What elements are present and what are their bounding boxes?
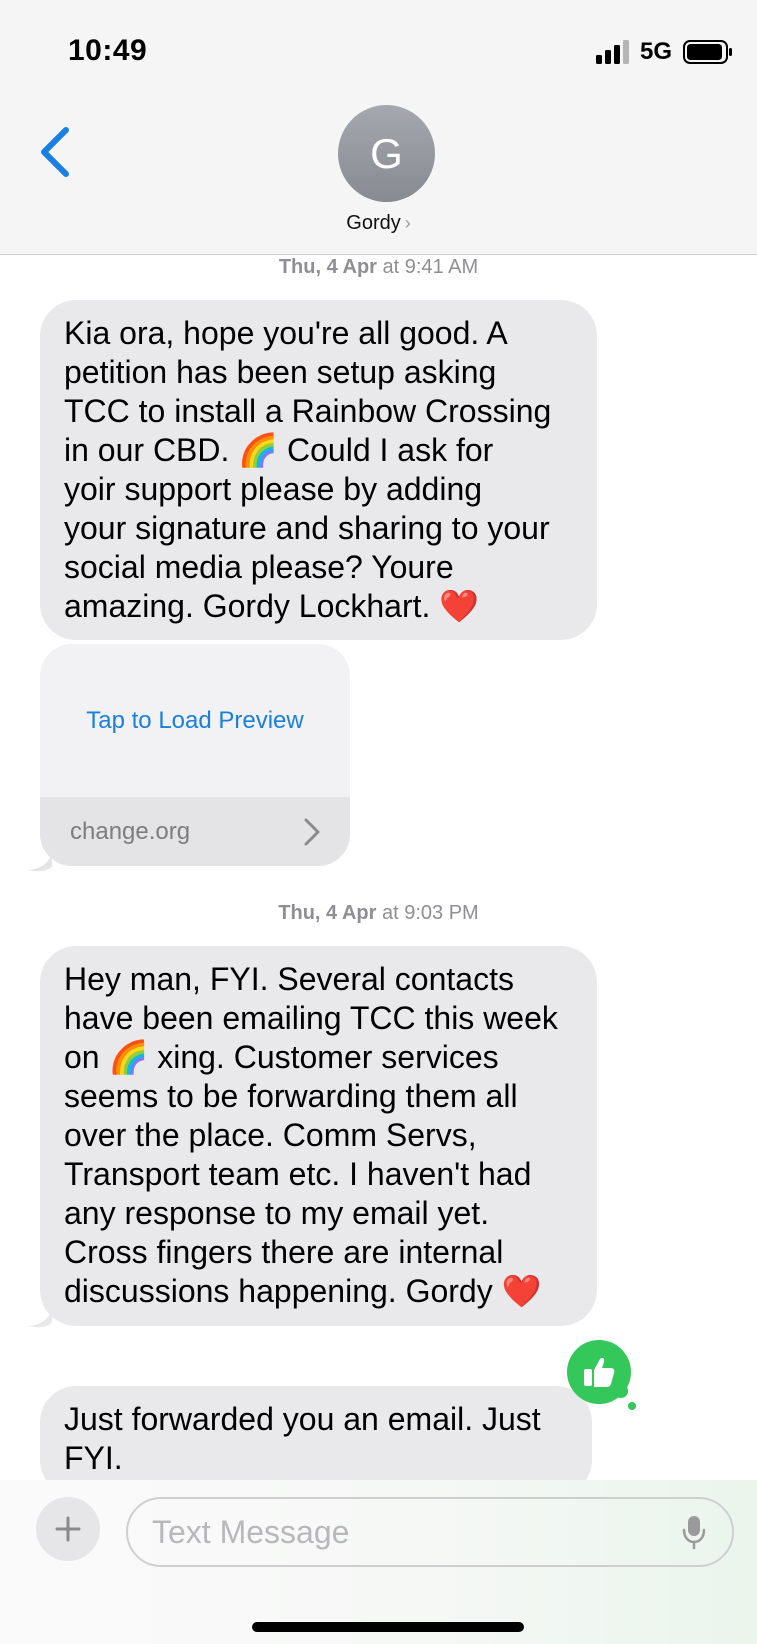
link-preview-footer: change.org (40, 797, 350, 866)
message-line: Just forwarded you an email. Just (64, 1401, 541, 1437)
thumbs-up-icon (584, 1358, 615, 1387)
avatar-initial: G (370, 129, 403, 177)
message-line: in our CBD. 🌈 Could I ask for (64, 432, 494, 468)
timestamp-time: 9:41 AM (404, 256, 479, 278)
incoming-message-bubble[interactable]: Kia ora, hope you're all good. A petitio… (40, 300, 597, 640)
message-line: any response to my email yet. (64, 1195, 490, 1231)
message-line: seems to be forwarding them all (64, 1078, 518, 1114)
timestamp-connector: at (381, 902, 399, 924)
message-line: discussions happening. Gordy ❤️ (64, 1273, 542, 1309)
message-timestamp: Thu, 4 Apr at 9:03 PM (0, 902, 757, 925)
message-line: FYI. (64, 1440, 123, 1476)
link-preview-card[interactable]: Tap to Load Preview change.org (40, 644, 350, 866)
message-line: over the place. Comm Servs, (64, 1117, 477, 1153)
cellular-signal-icon (596, 40, 629, 64)
status-time: 10:49 (68, 34, 148, 67)
message-line: social media please? Youre (64, 549, 454, 585)
message-line: TCC to install a Rainbow Crossing (64, 393, 552, 429)
home-indicator[interactable] (252, 1622, 524, 1632)
message-line: petition has been setup asking (64, 354, 497, 390)
network-type: 5G (640, 38, 673, 65)
microphone-icon[interactable] (682, 1514, 706, 1550)
message-line: amazing. Gordy Lockhart. ❤️ (64, 588, 480, 624)
text-message-input[interactable] (126, 1497, 734, 1567)
reaction-tail-dot (614, 1384, 628, 1398)
incoming-message-bubble[interactable]: Hey man, FYI. Several contacts have been… (40, 946, 597, 1326)
message-timestamp: Thu, 4 Apr at 9:41 AM (0, 256, 757, 279)
bubble-tail (28, 852, 52, 872)
message-line: Kia ora, hope you're all good. A (64, 315, 508, 351)
contact-name-button[interactable]: Gordy › (0, 212, 757, 235)
battery-icon (683, 40, 732, 64)
tap-to-load-preview-link[interactable]: Tap to Load Preview (40, 644, 350, 797)
message-line: Hey man, FYI. Several contacts (64, 961, 514, 997)
timestamp-date: Thu, 4 Apr (278, 256, 377, 278)
contact-avatar[interactable]: G (338, 105, 435, 202)
message-line: your signature and sharing to your (64, 510, 550, 546)
contact-name: Gordy (346, 212, 401, 234)
chevron-right-icon (304, 818, 320, 845)
link-domain: change.org (70, 817, 191, 845)
reaction-tail-dot (628, 1402, 636, 1410)
message-line: have been emailing TCC this week (64, 1000, 558, 1036)
plus-icon (55, 1516, 81, 1542)
message-line: yoir support please by adding (64, 471, 483, 507)
bubble-tail (28, 1308, 52, 1328)
message-line: Cross fingers there are internal (64, 1234, 504, 1270)
timestamp-connector: at (382, 256, 400, 278)
message-line: on 🌈 xing. Customer services (64, 1039, 499, 1075)
message-line: Transport team etc. I haven't had (64, 1156, 532, 1192)
chevron-right-icon: › (404, 213, 411, 233)
timestamp-time: 9:03 PM (404, 902, 479, 924)
add-attachment-button[interactable] (36, 1497, 100, 1561)
timestamp-date: Thu, 4 Apr (278, 902, 377, 924)
back-chevron-icon[interactable] (36, 124, 76, 180)
